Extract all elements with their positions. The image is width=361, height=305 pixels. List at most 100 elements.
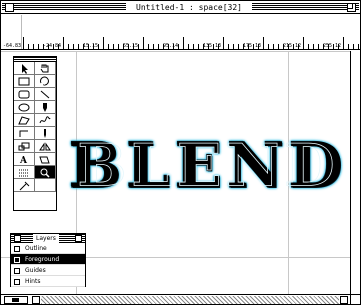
tool-freehand-button[interactable] (35, 114, 56, 127)
scale-icon (18, 142, 30, 150)
ruler-tick (148, 44, 149, 49)
layer-visibility-box[interactable] (14, 246, 20, 252)
horizontal-scrollbar[interactable] (1, 294, 350, 304)
ruler-tick (348, 44, 349, 49)
ruler-tick (158, 44, 159, 49)
title-stripes-left (2, 3, 126, 11)
tool-line-button[interactable] (35, 88, 56, 101)
tool-eyedropper-button[interactable] (14, 179, 35, 192)
layers-title-bar[interactable]: Layers (11, 234, 85, 243)
ruler-tick (143, 37, 144, 49)
ruler-tick (308, 44, 309, 49)
ruler-tick (278, 44, 279, 49)
tool-oval-button[interactable] (14, 101, 35, 114)
ruler-tick (68, 44, 69, 49)
tool-scale-button[interactable] (14, 140, 35, 153)
svg-text:A: A (19, 156, 28, 165)
skew-icon (39, 156, 50, 163)
ruler-tick (353, 44, 354, 49)
ruler-label: -24.84 (43, 43, 62, 49)
ruler-label: 215.12 (283, 43, 302, 49)
ruler-tick (78, 44, 79, 49)
ruler-tick (233, 44, 234, 49)
magnifier-icon (40, 168, 50, 178)
layer-row-outline[interactable]: Outline (11, 243, 85, 254)
tool-skew-button[interactable] (35, 153, 56, 166)
zoom-box[interactable] (347, 3, 356, 12)
ruler-tick (228, 44, 229, 49)
tool-reflect-button[interactable] (35, 140, 56, 153)
arrow-pointer-icon (22, 63, 28, 74)
layers-close-box[interactable] (14, 235, 21, 242)
blend-inline-highlight: BLEND (77, 131, 340, 200)
layer-visibility-box[interactable] (14, 257, 20, 263)
scroll-right-arrow-icon[interactable] (340, 296, 348, 304)
ruler-label: 55.15 (123, 43, 139, 49)
tool-corner-point-button[interactable] (14, 127, 35, 140)
text-icon: A (19, 156, 28, 165)
tool-hand-grabber-button[interactable] (35, 62, 56, 75)
resize-grow-box[interactable] (350, 294, 360, 304)
knife-icon (44, 128, 46, 138)
oval-icon (18, 103, 30, 111)
layer-name: Guides (25, 267, 46, 274)
ruler-tick (153, 44, 154, 49)
tool-arrow-pointer-button[interactable] (14, 62, 35, 75)
tool-rectangle-button[interactable] (14, 75, 35, 88)
ruler-tick (268, 44, 269, 49)
ruler-tick (223, 37, 224, 49)
layer-row-foreground[interactable]: Foreground (11, 254, 85, 265)
layer-name: Hints (25, 278, 41, 285)
trace-icon (19, 169, 29, 176)
tool-magnifier-button[interactable] (35, 166, 56, 179)
layers-palette: Layers Outline Foreground Guides Hints (10, 233, 86, 287)
layer-visibility-box[interactable] (14, 279, 20, 285)
close-box[interactable] (5, 3, 14, 12)
ruler-tick (113, 44, 114, 49)
ruler-tick (33, 44, 34, 49)
layer-row-hints[interactable]: Hints (11, 276, 85, 287)
tool-knife-button[interactable] (35, 127, 56, 140)
tool-rounded-rectangle-button[interactable] (14, 88, 35, 101)
ruler-tick (178, 44, 179, 49)
tool-empty-tool-button[interactable] (35, 179, 56, 192)
vertical-scrollbar[interactable] (350, 51, 360, 294)
ruler-tick (28, 44, 29, 49)
scroll-left-arrow-icon[interactable] (32, 296, 40, 304)
tool-trace-button[interactable] (14, 166, 35, 179)
ruler-tick (343, 37, 344, 49)
ruler-tick (313, 44, 314, 49)
tool-polygon-button[interactable] (14, 114, 35, 127)
ruler-tick (23, 37, 24, 49)
ruler-tick (238, 44, 239, 49)
ruler-label: 135.13 (203, 43, 222, 49)
ruler-tick (38, 44, 39, 49)
pen-icon (43, 102, 47, 112)
layer-visibility-box[interactable] (14, 268, 20, 274)
tool-text-button[interactable]: A (14, 153, 35, 166)
freehand-icon (39, 115, 51, 123)
layer-row-guides[interactable]: Guides (11, 265, 85, 276)
scroll-track[interactable] (41, 296, 339, 304)
layers-zoom-box[interactable] (75, 235, 82, 242)
ruler-tick (103, 37, 104, 49)
ruler-tick (73, 44, 74, 49)
ruler-tick (198, 44, 199, 49)
empty-tool-icon (38, 180, 52, 191)
ruler-tick (188, 44, 189, 49)
document-window: Untitled-1 : space[32] -64.83 -24.84 15.15… (0, 0, 361, 305)
ruler-tick (358, 44, 359, 49)
tool-pen-button[interactable] (35, 101, 56, 114)
ruler-tick (273, 44, 274, 49)
tool-grid: A (14, 62, 56, 192)
page-view-button[interactable] (4, 296, 28, 304)
ruler-tick (108, 44, 109, 49)
layer-name: Foreground (25, 256, 60, 263)
corner-point-icon (19, 130, 28, 137)
layer-name: Outline (25, 245, 47, 252)
title-bar[interactable]: Untitled-1 : space[32] (1, 1, 360, 14)
tool-rotate-button[interactable] (35, 75, 56, 88)
ruler-label: -64.83 (3, 43, 22, 49)
window-title: Untitled-1 : space[32] (127, 2, 251, 13)
line-icon (40, 90, 50, 98)
